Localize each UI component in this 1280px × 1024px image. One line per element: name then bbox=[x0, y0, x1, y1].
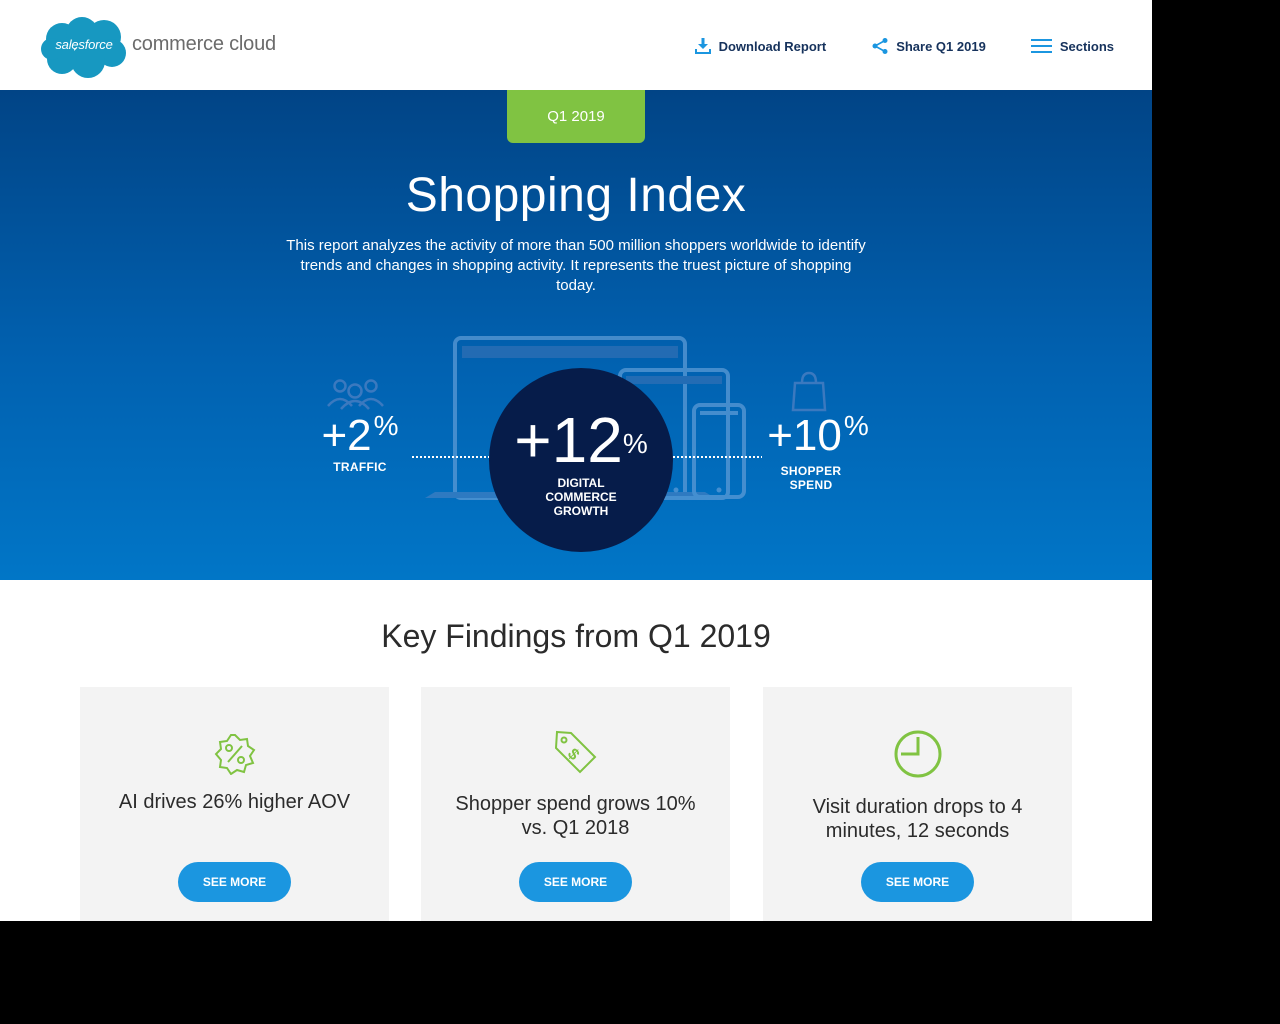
people-icon bbox=[327, 379, 384, 410]
spend-unit: % bbox=[843, 410, 869, 441]
salesforce-commerce-cloud-logo[interactable]: salesforce commerce cloud bbox=[40, 16, 276, 78]
download-report-button[interactable]: Download Report bbox=[693, 36, 827, 56]
shopping-bag-icon bbox=[791, 371, 827, 412]
page: salesforce commerce cloud Download Repor… bbox=[0, 0, 1152, 921]
shopper-spend-stat: +10% SHOPPER SPEND bbox=[756, 410, 880, 492]
price-tag-icon: $ bbox=[421, 727, 730, 777]
download-icon bbox=[693, 36, 713, 56]
growth-label-line: GROWTH bbox=[553, 504, 609, 518]
traffic-unit: % bbox=[373, 410, 399, 441]
logo-subtitle: commerce cloud bbox=[132, 32, 276, 55]
percent-badge-icon bbox=[80, 729, 389, 779]
finding-text: AI drives 26% higher AOV bbox=[118, 791, 351, 813]
see-more-button[interactable]: SEE MORE bbox=[178, 862, 291, 902]
header-nav: Download Report Share Q1 2019 Sections bbox=[649, 36, 1114, 56]
traffic-value: +2 bbox=[321, 411, 372, 460]
finding-text: Visit duration drops to 4 minutes, 12 se… bbox=[812, 796, 1023, 842]
logo-cloud-text: salesforce bbox=[55, 37, 113, 52]
finding-card: $ Shopper spend grows 10% vs. Q1 2018 SE… bbox=[421, 687, 730, 921]
share-label: Share Q1 2019 bbox=[896, 38, 986, 54]
growth-label-line: COMMERCE bbox=[545, 490, 617, 504]
spend-label-line: SPEND bbox=[789, 478, 833, 492]
traffic-stat: +2% TRAFFIC bbox=[312, 410, 408, 474]
growth-value: +12 bbox=[514, 404, 623, 476]
see-more-button[interactable]: SEE MORE bbox=[861, 862, 974, 902]
share-button[interactable]: Share Q1 2019 bbox=[870, 36, 986, 56]
finding-card: AI drives 26% higher AOV SEE MORE bbox=[80, 687, 389, 921]
spend-label: SHOPPER SPEND bbox=[742, 464, 880, 492]
sections-label: Sections bbox=[1059, 38, 1114, 54]
traffic-label: TRAFFIC bbox=[333, 460, 387, 474]
svg-text:$: $ bbox=[563, 746, 581, 764]
share-icon bbox=[870, 36, 890, 56]
spend-value: +10 bbox=[767, 411, 842, 460]
growth-label: DIGITAL COMMERCE GROWTH bbox=[489, 476, 673, 518]
see-more-button[interactable]: SEE MORE bbox=[519, 862, 632, 902]
salesforce-cloud-logo-icon: salesforce bbox=[40, 17, 128, 78]
clock-icon bbox=[763, 729, 1072, 779]
spend-label-line: SHOPPER bbox=[780, 464, 842, 478]
sections-menu-button[interactable]: Sections bbox=[1030, 36, 1114, 56]
hero-section: Q1 2019 Shopping Index This report analy… bbox=[0, 90, 1152, 580]
digital-commerce-growth-circle: +12% DIGITAL COMMERCE GROWTH bbox=[489, 368, 673, 552]
download-report-label: Download Report bbox=[718, 38, 827, 54]
finding-text: Shopper spend grows 10% vs. Q1 2018 bbox=[455, 793, 696, 839]
finding-card: Visit duration drops to 4 minutes, 12 se… bbox=[763, 687, 1072, 921]
site-header: salesforce commerce cloud Download Repor… bbox=[0, 0, 1152, 90]
growth-unit: % bbox=[622, 428, 648, 459]
growth-label-line: DIGITAL bbox=[557, 476, 605, 490]
key-findings-title: Key Findings from Q1 2019 bbox=[381, 618, 771, 654]
hamburger-menu-icon bbox=[1030, 36, 1054, 56]
